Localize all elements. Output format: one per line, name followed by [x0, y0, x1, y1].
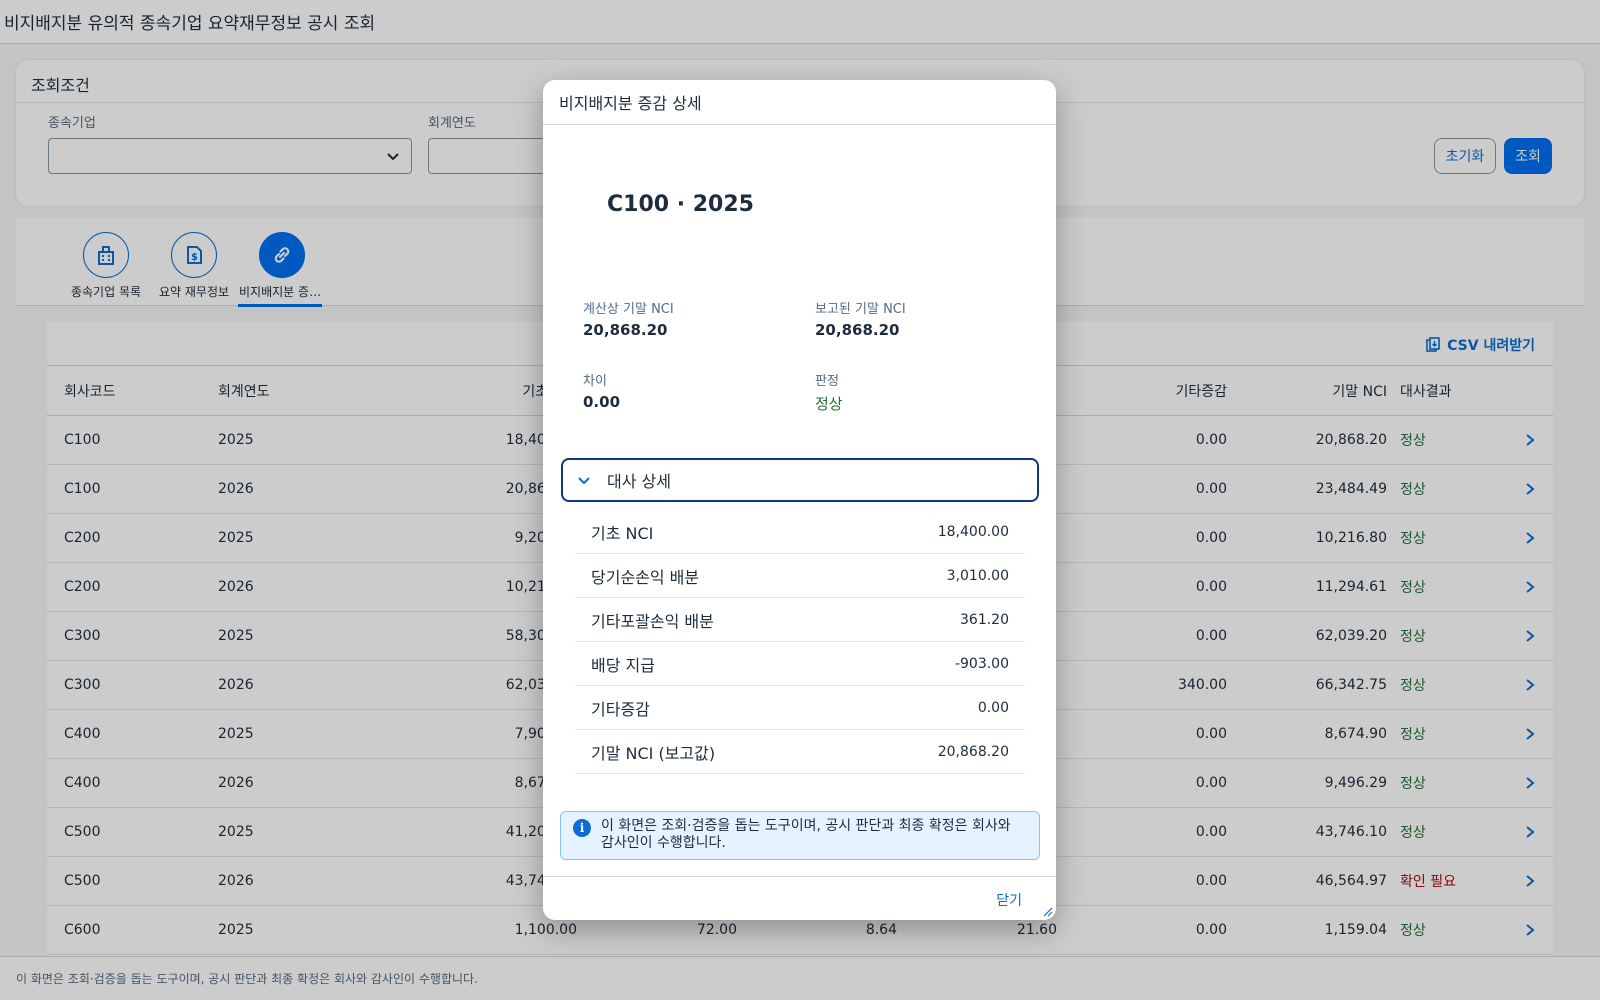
detail-label: 기초 NCI [591, 523, 654, 543]
close-button[interactable]: 닫기 [996, 890, 1022, 910]
detail-row: 기타증감 0.00 [575, 686, 1025, 730]
detail-label: 당기순손익 배분 [591, 567, 700, 587]
detail-row: 배당 지급 -903.00 [575, 642, 1025, 686]
dialog-title: 비지배지분 증감 상세 [543, 80, 1056, 125]
detail-value: -903.00 [954, 655, 1009, 672]
reconciliation-panel-header[interactable]: 대사 상세 [561, 458, 1039, 502]
resize-handle-icon[interactable] [1043, 907, 1053, 917]
difference: 차이 0.00 [583, 370, 783, 411]
dialog-footer: 닫기 [543, 876, 1056, 920]
dialog-object-title: C100 · 2025 [607, 192, 754, 217]
difference-value: 0.00 [583, 393, 621, 411]
detail-value: 20,868.20 [937, 743, 1009, 760]
reported-nci-label: 보고된 기말 NCI [815, 302, 906, 317]
detail-row: 기타포괄손익 배분 361.20 [575, 598, 1025, 642]
detail-label: 기말 NCI (보고값) [591, 743, 716, 763]
reconciliation-panel-title: 대사 상세 [607, 472, 671, 491]
computed-nci: 계산상 기말 NCI 20,868.20 [583, 298, 783, 339]
detail-row: 기말 NCI (보고값) 20,868.20 [575, 730, 1025, 774]
reported-nci: 보고된 기말 NCI 20,868.20 [815, 298, 1015, 339]
detail-label: 기타증감 [591, 699, 650, 719]
detail-label: 배당 지급 [591, 655, 655, 675]
reported-nci-value: 20,868.20 [815, 321, 900, 339]
reconciliation-detail-list: 기초 NCI 18,400.00 당기순손익 배분 3,010.00 기타포괄손익 배분… [575, 510, 1025, 774]
detail-label: 기타포괄손익 배분 [591, 611, 714, 631]
detail-value: 3,010.00 [946, 567, 1009, 584]
computed-nci-value: 20,868.20 [583, 321, 668, 339]
nci-detail-dialog: 비지배지분 증감 상세 C100 · 2025 계산상 기말 NCI 20,86… [543, 80, 1056, 920]
computed-nci-label: 계산상 기말 NCI [583, 302, 674, 317]
detail-value: 361.20 [960, 611, 1009, 628]
verdict-value: 정상 [815, 395, 843, 413]
detail-value: 18,400.00 [937, 523, 1009, 540]
chevron-down-icon [578, 477, 590, 485]
info-message-text: 이 화면은 조회·검증을 돕는 도구이며, 공시 판단과 최종 확정은 회사와 … [601, 818, 1011, 851]
detail-row: 당기순손익 배분 3,010.00 [575, 554, 1025, 598]
difference-label: 차이 [583, 374, 607, 389]
info-icon: i [573, 819, 591, 837]
info-message-strip: i 이 화면은 조회·검증을 돕는 도구이며, 공시 판단과 최종 확정은 회사… [560, 811, 1040, 860]
verdict: 판정 정상 [815, 370, 1015, 414]
detail-value: 0.00 [977, 699, 1009, 716]
verdict-label: 판정 [815, 374, 839, 389]
detail-row: 기초 NCI 18,400.00 [575, 510, 1025, 554]
